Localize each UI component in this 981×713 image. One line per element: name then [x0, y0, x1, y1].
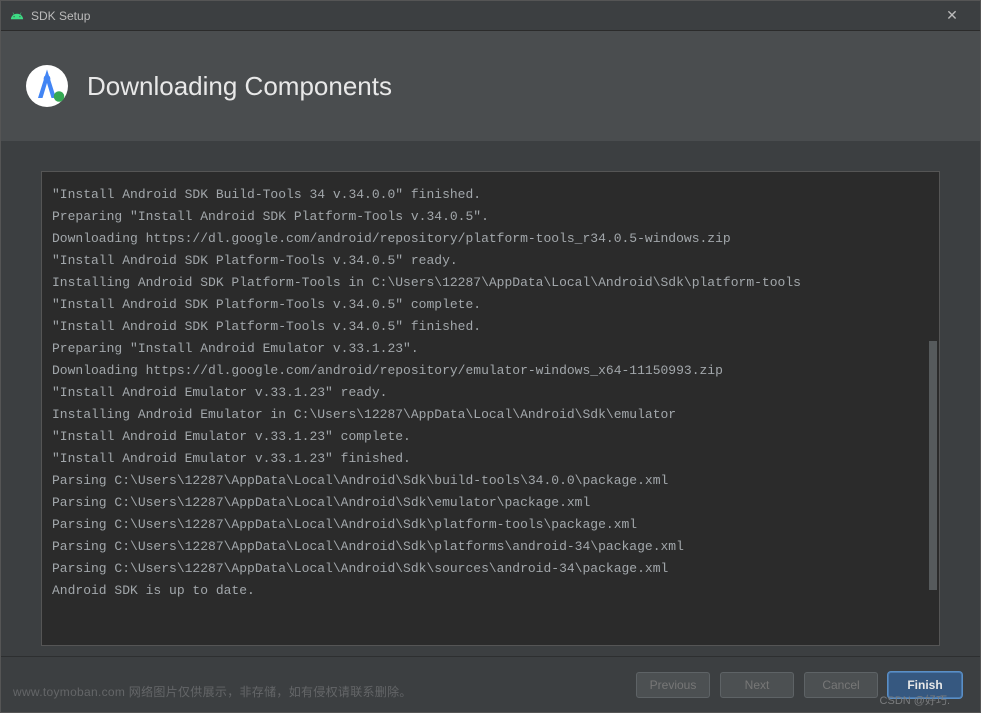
- wizard-footer: Previous Next Cancel Finish: [1, 656, 980, 712]
- log-output: "Install Android SDK Build-Tools 34 v.34…: [41, 171, 940, 646]
- android-studio-logo-icon: [23, 62, 71, 110]
- content-area: "Install Android SDK Build-Tools 34 v.34…: [1, 141, 980, 656]
- sdk-setup-window: SDK Setup ✕ Downloading Components "Inst…: [0, 0, 981, 713]
- page-title: Downloading Components: [87, 71, 392, 102]
- next-button[interactable]: Next: [720, 672, 794, 698]
- cancel-button[interactable]: Cancel: [804, 672, 878, 698]
- log-text: "Install Android SDK Build-Tools 34 v.34…: [52, 184, 929, 602]
- finish-button[interactable]: Finish: [888, 672, 962, 698]
- titlebar: SDK Setup ✕: [1, 1, 980, 31]
- scrollbar-thumb[interactable]: [929, 341, 937, 590]
- log-scrollbar[interactable]: [929, 182, 937, 635]
- window-title: SDK Setup: [31, 9, 90, 23]
- previous-button[interactable]: Previous: [636, 672, 710, 698]
- wizard-header: Downloading Components: [1, 31, 980, 141]
- android-icon: [9, 8, 25, 24]
- close-icon[interactable]: ✕: [932, 7, 972, 24]
